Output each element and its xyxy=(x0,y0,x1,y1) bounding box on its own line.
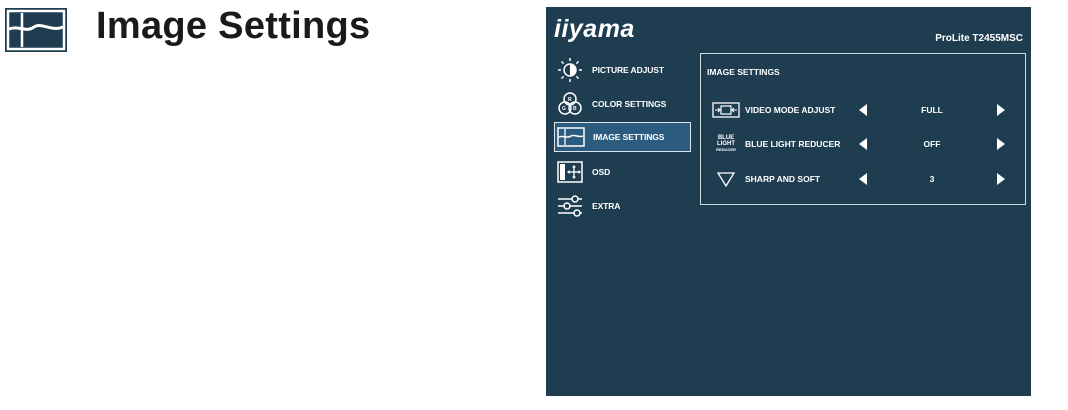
svg-text:R: R xyxy=(568,97,572,103)
setting-row-video-mode-adjust[interactable]: VIDEO MODE ADJUST FULL xyxy=(701,95,1025,125)
setting-value: FULL xyxy=(921,105,943,115)
page-title: Image Settings xyxy=(96,5,371,47)
increase-arrow-icon[interactable] xyxy=(997,173,1005,185)
increase-arrow-icon[interactable] xyxy=(997,138,1005,150)
setting-label: SHARP AND SOFT xyxy=(745,174,821,184)
menu-label: IMAGE SETTINGS xyxy=(593,132,665,142)
image-settings-icon xyxy=(557,124,585,150)
svg-text:G: G xyxy=(562,106,566,112)
setting-label: BLUE LIGHT REDUCER xyxy=(745,139,841,149)
menu-item-osd[interactable]: OSD xyxy=(554,157,691,187)
blue-light-icon-text: REDUCER xyxy=(716,147,736,152)
menu-item-color-settings[interactable]: R G B COLOR SETTINGS xyxy=(554,89,691,119)
color-settings-icon: R G B xyxy=(556,91,584,117)
menu-item-image-settings[interactable]: IMAGE SETTINGS xyxy=(554,122,691,152)
setting-value: OFF xyxy=(923,139,941,149)
blue-light-icon: BLUE LIGHT REDUCER xyxy=(711,133,741,155)
extra-icon xyxy=(556,193,584,219)
svg-text:B: B xyxy=(573,106,577,112)
decrease-arrow-icon[interactable] xyxy=(859,138,867,150)
menu-label: COLOR SETTINGS xyxy=(592,99,667,109)
setting-value: 3 xyxy=(929,174,935,184)
brand-logo: iiyama xyxy=(554,15,635,43)
picture-adjust-icon xyxy=(556,57,584,83)
menu-item-extra[interactable]: EXTRA xyxy=(554,191,691,221)
image-settings-header-icon xyxy=(4,7,68,53)
decrease-arrow-icon[interactable] xyxy=(859,104,867,116)
decrease-arrow-icon[interactable] xyxy=(859,173,867,185)
setting-row-blue-light-reducer[interactable]: BLUE LIGHT REDUCER BLUE LIGHT REDUCER OF… xyxy=(701,129,1025,159)
sharpness-icon xyxy=(711,168,741,190)
menu-label: OSD xyxy=(592,167,611,177)
setting-row-sharp-and-soft[interactable]: SHARP AND SOFT 3 xyxy=(701,164,1025,194)
increase-arrow-icon[interactable] xyxy=(997,104,1005,116)
model-name: ProLite T2455MSC xyxy=(935,33,1023,44)
video-mode-icon xyxy=(711,99,741,121)
setting-label: VIDEO MODE ADJUST xyxy=(745,105,836,115)
panel-title: IMAGE SETTINGS xyxy=(707,67,780,77)
menu-label: EXTRA xyxy=(592,201,621,211)
osd-icon xyxy=(556,159,584,185)
osd-screen: iiyama ProLite T2455MSC PICTURE ADJUST R… xyxy=(546,7,1031,396)
menu-item-picture-adjust[interactable]: PICTURE ADJUST xyxy=(554,55,691,85)
menu-label: PICTURE ADJUST xyxy=(592,65,664,75)
image-settings-panel: IMAGE SETTINGS VIDEO MODE ADJUST FULL BL… xyxy=(700,53,1026,205)
